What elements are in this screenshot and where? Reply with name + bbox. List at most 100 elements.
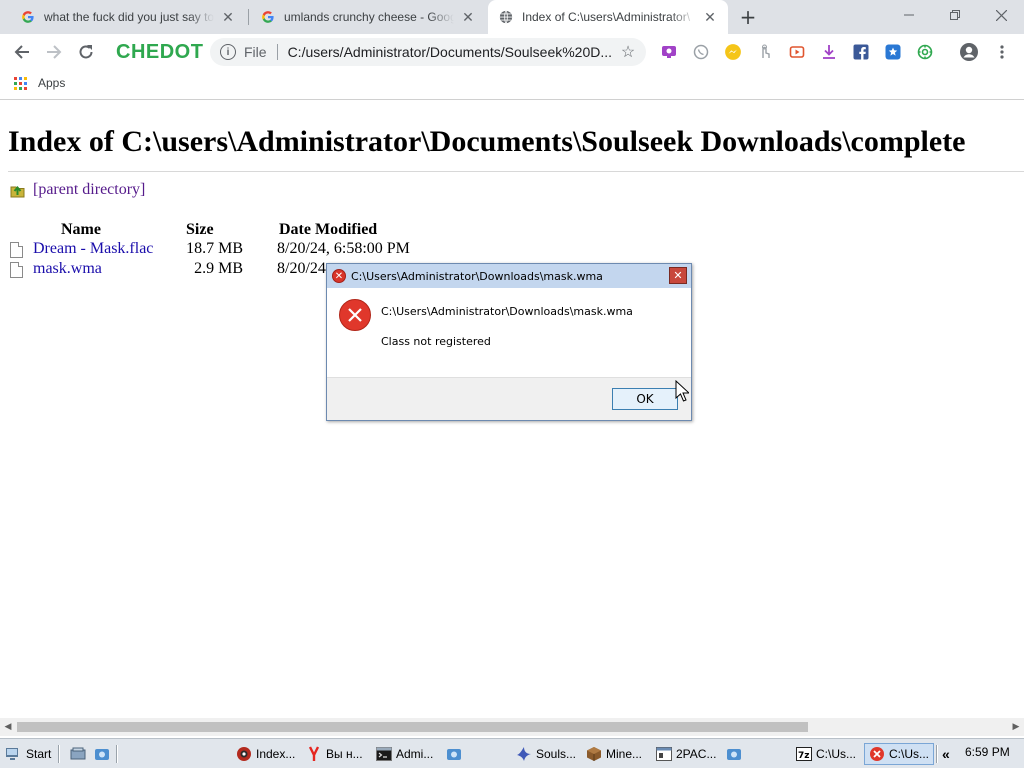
column-header-size[interactable]: Size bbox=[186, 221, 214, 239]
dialog-path: C:\Users\Administrator\Downloads\mask.wm… bbox=[381, 305, 633, 318]
cmd-icon bbox=[376, 746, 392, 762]
column-header-name[interactable]: Name bbox=[61, 221, 101, 239]
back-arrow-icon bbox=[14, 45, 29, 59]
taskbar-item-cmd[interactable]: Admi... bbox=[376, 743, 433, 765]
tab-title: Index of C:\users\Administrator\ bbox=[522, 10, 691, 24]
google-icon bbox=[20, 9, 36, 25]
bookmarks-bar: Apps bbox=[0, 70, 1024, 100]
start-button[interactable]: Start bbox=[6, 743, 51, 765]
forward-arrow-icon bbox=[47, 45, 62, 59]
tab-strip: what the fuck did you just say to ✕ umla… bbox=[0, 0, 1024, 34]
dialog-titlebar[interactable]: ✕ C:\Users\Administrator\Downloads\mask.… bbox=[327, 264, 691, 288]
scroll-right-icon[interactable]: ▶ bbox=[1008, 718, 1024, 736]
column-header-date[interactable]: Date Modified bbox=[279, 221, 377, 239]
file-size: 2.9 MB bbox=[194, 260, 243, 277]
dialog-message: Class not registered bbox=[381, 335, 491, 348]
horizontal-scrollbar[interactable]: ◀ ▶ bbox=[0, 718, 1024, 736]
taskbar-item-label: Admi... bbox=[396, 747, 434, 761]
soulseek-icon bbox=[516, 746, 532, 762]
menu-kebab-icon[interactable] bbox=[992, 42, 1012, 62]
taskbar-item-minecraft[interactable]: Mine... bbox=[586, 743, 642, 765]
whatsapp-icon[interactable] bbox=[691, 42, 711, 62]
quicklaunch-desktop[interactable] bbox=[70, 743, 90, 765]
taskbar-item-chedot[interactable]: Index... bbox=[236, 743, 295, 765]
close-tab-icon[interactable]: ✕ bbox=[220, 9, 236, 25]
bookmark-star-icon[interactable]: ☆ bbox=[616, 42, 640, 62]
ok-button[interactable]: OK bbox=[612, 388, 678, 410]
file-icon bbox=[10, 242, 23, 258]
mouse-cursor-icon bbox=[675, 380, 689, 402]
minecraft-icon bbox=[586, 746, 602, 762]
taskbar-clock[interactable]: 6:59 PM bbox=[965, 745, 1010, 759]
close-tab-icon[interactable]: ✕ bbox=[460, 9, 476, 25]
quicklaunch-explorer[interactable] bbox=[94, 743, 114, 765]
minimize-button[interactable] bbox=[886, 0, 932, 30]
tab-google-search-1[interactable]: what the fuck did you just say to ✕ bbox=[10, 0, 246, 34]
url-text[interactable]: C:/users/Administrator/Documents/Soulsee… bbox=[288, 44, 616, 60]
close-window-button[interactable] bbox=[978, 0, 1024, 30]
close-tab-icon[interactable]: ✕ bbox=[702, 9, 718, 25]
address-divider bbox=[276, 44, 278, 60]
messenger-icon[interactable] bbox=[723, 42, 743, 62]
profile-icon[interactable] bbox=[959, 42, 979, 62]
taskbar-item-blank[interactable] bbox=[726, 743, 746, 765]
app-window-icon bbox=[446, 746, 462, 762]
apps-shortcut[interactable]: Apps bbox=[14, 76, 65, 90]
google-icon bbox=[260, 9, 276, 25]
tab-title: umlands crunchy cheese - Googl bbox=[284, 10, 454, 24]
apps-label: Apps bbox=[38, 76, 66, 90]
tab-google-search-2[interactable]: umlands crunchy cheese - Googl ✕ bbox=[250, 0, 486, 34]
back-button[interactable] bbox=[8, 38, 36, 66]
parent-directory-link[interactable]: [parent directory] bbox=[33, 181, 145, 199]
scroll-left-icon[interactable]: ◀ bbox=[0, 718, 16, 736]
tab-file-index[interactable]: Index of C:\users\Administrator\ ✕ bbox=[488, 0, 728, 34]
taskbar-item-label: Mine... bbox=[606, 747, 643, 761]
scrollbar-thumb[interactable] bbox=[17, 722, 808, 732]
taskbar-item-2pac[interactable]: 2PAC... bbox=[656, 743, 716, 765]
dialog-title: C:\Users\Administrator\Downloads\mask.wm… bbox=[351, 269, 603, 283]
window-icon bbox=[656, 746, 672, 762]
error-small-icon: ✕ bbox=[332, 269, 346, 283]
puzzle-icon[interactable] bbox=[915, 42, 935, 62]
taskbar-item-error-dialog[interactable]: C:\Us... bbox=[864, 743, 935, 765]
dialog-body: C:\Users\Administrator\Downloads\mask.wm… bbox=[327, 288, 691, 377]
url-scheme: File bbox=[244, 44, 267, 60]
taskbar-item-yandex[interactable]: Вы н... bbox=[306, 743, 363, 765]
taskbar-item-label: 2PAC... bbox=[676, 747, 717, 761]
taskbar-item-7zip[interactable]: 7z C:\Us... bbox=[796, 743, 856, 765]
file-size: 18.7 MB bbox=[186, 240, 243, 257]
taskbar-item-soulseek[interactable]: Souls... bbox=[516, 743, 576, 765]
taskbar-item-label: C:\Us... bbox=[816, 747, 857, 761]
download-icon[interactable] bbox=[819, 42, 839, 62]
globe-icon bbox=[498, 9, 514, 25]
new-tab-button[interactable]: + bbox=[736, 5, 760, 29]
facebook-icon[interactable] bbox=[851, 42, 871, 62]
tray-expand-button[interactable]: « bbox=[942, 743, 950, 765]
dialog-close-button[interactable]: ✕ bbox=[669, 267, 687, 284]
screen-icon[interactable] bbox=[659, 42, 679, 62]
chedot-logo[interactable]: CHEDOT bbox=[116, 41, 203, 64]
file-link[interactable]: Dream - Mask.flac bbox=[33, 240, 153, 258]
taskbar-item-label: C:\Us... bbox=[889, 747, 930, 761]
show-desktop-icon bbox=[70, 746, 86, 762]
vk-icon[interactable] bbox=[883, 42, 903, 62]
address-bar[interactable]: i File C:/users/Administrator/Documents/… bbox=[210, 38, 646, 66]
taskbar-item-unnamed[interactable] bbox=[446, 743, 466, 765]
file-link[interactable]: mask.wma bbox=[33, 260, 102, 278]
taskbar-item-label: Index... bbox=[256, 747, 296, 761]
touch-icon[interactable] bbox=[755, 42, 775, 62]
folder-up-icon bbox=[10, 185, 25, 198]
page-title: Index of C:\users\Administrator\Document… bbox=[8, 125, 966, 158]
heading-divider bbox=[8, 171, 1024, 172]
info-icon[interactable]: i bbox=[220, 44, 236, 60]
file-icon bbox=[10, 262, 23, 278]
tab-separator bbox=[248, 9, 249, 25]
tab-title: what the fuck did you just say to bbox=[44, 10, 214, 24]
video-icon[interactable] bbox=[787, 42, 807, 62]
reload-button[interactable] bbox=[72, 38, 100, 66]
error-icon bbox=[869, 746, 885, 762]
file-row: Dream - Mask.flac 18.7 MB 8/20/24, 6:58:… bbox=[10, 240, 430, 260]
forward-button[interactable] bbox=[40, 38, 68, 66]
parent-directory-row: [parent directory] bbox=[10, 181, 145, 199]
restore-button[interactable] bbox=[932, 0, 978, 30]
